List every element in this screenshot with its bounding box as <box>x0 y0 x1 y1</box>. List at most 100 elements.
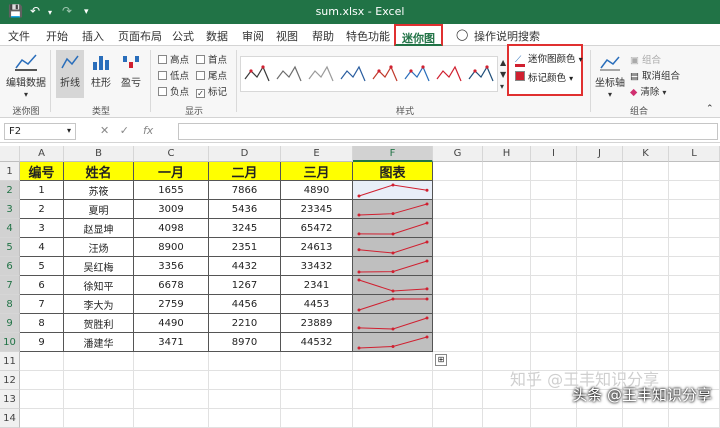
empty-cell[interactable] <box>623 219 669 238</box>
empty-cell[interactable] <box>623 181 669 200</box>
empty-cell[interactable] <box>353 371 433 390</box>
table-cell[interactable]: 3 <box>20 219 64 238</box>
group-button[interactable]: ▣ 组合 <box>630 52 661 66</box>
empty-cell[interactable] <box>64 409 134 428</box>
sparkline-cell[interactable] <box>353 295 433 314</box>
empty-cell[interactable] <box>64 352 134 371</box>
winloss-type-button[interactable]: 盈亏 <box>118 52 144 89</box>
table-cell[interactable]: 8 <box>20 314 64 333</box>
empty-cell[interactable] <box>281 371 353 390</box>
empty-cell[interactable] <box>669 409 720 428</box>
sparkline-cell[interactable] <box>353 314 433 333</box>
empty-cell[interactable] <box>623 276 669 295</box>
empty-cell[interactable] <box>209 409 281 428</box>
table-header-cell[interactable]: 姓名 <box>64 162 134 181</box>
empty-cell[interactable] <box>577 333 623 352</box>
empty-cell[interactable] <box>134 409 209 428</box>
column-header[interactable]: A <box>20 146 64 162</box>
empty-cell[interactable] <box>577 409 623 428</box>
sparkline-style-gallery[interactable] <box>240 56 498 92</box>
negative-point-checkbox[interactable]: 负点 <box>158 84 189 98</box>
empty-cell[interactable] <box>669 219 720 238</box>
row-header[interactable]: 11 <box>0 352 20 371</box>
empty-cell[interactable] <box>531 162 577 181</box>
table-cell[interactable]: 5 <box>20 257 64 276</box>
table-cell[interactable]: 2341 <box>281 276 353 295</box>
column-header[interactable]: E <box>281 146 353 162</box>
row-header[interactable]: 2 <box>0 181 20 200</box>
empty-cell[interactable] <box>483 200 531 219</box>
table-cell[interactable]: 65472 <box>281 219 353 238</box>
table-cell[interactable]: 3009 <box>134 200 209 219</box>
table-cell[interactable]: 8900 <box>134 238 209 257</box>
table-header-cell[interactable]: 编号 <box>20 162 64 181</box>
empty-cell[interactable] <box>623 162 669 181</box>
empty-cell[interactable] <box>433 409 483 428</box>
column-header[interactable]: L <box>669 146 720 162</box>
table-cell[interactable]: 汪炀 <box>64 238 134 257</box>
table-cell[interactable]: 9 <box>20 333 64 352</box>
table-cell[interactable]: 李大为 <box>64 295 134 314</box>
empty-cell[interactable] <box>669 162 720 181</box>
empty-cell[interactable] <box>433 390 483 409</box>
empty-cell[interactable] <box>669 238 720 257</box>
empty-cell[interactable] <box>531 276 577 295</box>
empty-cell[interactable] <box>433 238 483 257</box>
confirm-icon[interactable]: ✓ <box>120 124 129 137</box>
table-cell[interactable]: 4456 <box>209 295 281 314</box>
empty-cell[interactable] <box>623 314 669 333</box>
axis-button[interactable]: 坐标轴▾ <box>594 54 626 100</box>
row-header[interactable]: 8 <box>0 295 20 314</box>
empty-cell[interactable] <box>577 314 623 333</box>
empty-cell[interactable] <box>623 295 669 314</box>
cancel-icon[interactable]: ✕ <box>100 124 109 137</box>
empty-cell[interactable] <box>209 352 281 371</box>
tell-me-search[interactable]: 操作说明搜索 <box>474 28 540 44</box>
empty-cell[interactable] <box>483 333 531 352</box>
sparkline-cell[interactable] <box>353 276 433 295</box>
empty-cell[interactable] <box>577 295 623 314</box>
table-cell[interactable]: 23345 <box>281 200 353 219</box>
table-header-cell[interactable]: 图表 <box>353 162 433 181</box>
table-cell[interactable]: 3356 <box>134 257 209 276</box>
table-cell[interactable]: 徐知平 <box>64 276 134 295</box>
empty-cell[interactable] <box>483 181 531 200</box>
empty-cell[interactable] <box>531 219 577 238</box>
empty-cell[interactable] <box>433 181 483 200</box>
empty-cell[interactable] <box>669 314 720 333</box>
empty-cell[interactable] <box>623 257 669 276</box>
empty-cell[interactable] <box>20 409 64 428</box>
row-header[interactable]: 9 <box>0 314 20 333</box>
empty-cell[interactable] <box>134 371 209 390</box>
empty-cell[interactable] <box>20 352 64 371</box>
empty-cell[interactable] <box>433 314 483 333</box>
empty-cell[interactable] <box>433 295 483 314</box>
row-header[interactable]: 13 <box>0 390 20 409</box>
row-header[interactable]: 12 <box>0 371 20 390</box>
gallery-scroll-down-icon[interactable]: ▼ <box>500 70 506 79</box>
table-header-cell[interactable]: 三月 <box>281 162 353 181</box>
table-header-cell[interactable]: 二月 <box>209 162 281 181</box>
empty-cell[interactable] <box>134 352 209 371</box>
empty-cell[interactable] <box>483 314 531 333</box>
empty-cell[interactable] <box>531 390 577 409</box>
empty-cell[interactable] <box>577 238 623 257</box>
table-cell[interactable]: 44532 <box>281 333 353 352</box>
high-point-checkbox[interactable]: 高点 <box>158 52 189 66</box>
empty-cell[interactable] <box>577 257 623 276</box>
table-cell[interactable]: 3471 <box>134 333 209 352</box>
sparkline-cell[interactable] <box>353 238 433 257</box>
empty-cell[interactable] <box>433 200 483 219</box>
empty-cell[interactable] <box>669 276 720 295</box>
markers-checkbox[interactable]: ✓ 标记 <box>196 84 227 98</box>
table-cell[interactable]: 1655 <box>134 181 209 200</box>
empty-cell[interactable] <box>483 276 531 295</box>
column-header[interactable]: D <box>209 146 281 162</box>
empty-cell[interactable] <box>531 238 577 257</box>
empty-cell[interactable] <box>281 352 353 371</box>
empty-cell[interactable] <box>433 162 483 181</box>
empty-cell[interactable] <box>577 219 623 238</box>
row-header[interactable]: 10 <box>0 333 20 352</box>
empty-cell[interactable] <box>669 200 720 219</box>
column-header[interactable]: I <box>531 146 577 162</box>
